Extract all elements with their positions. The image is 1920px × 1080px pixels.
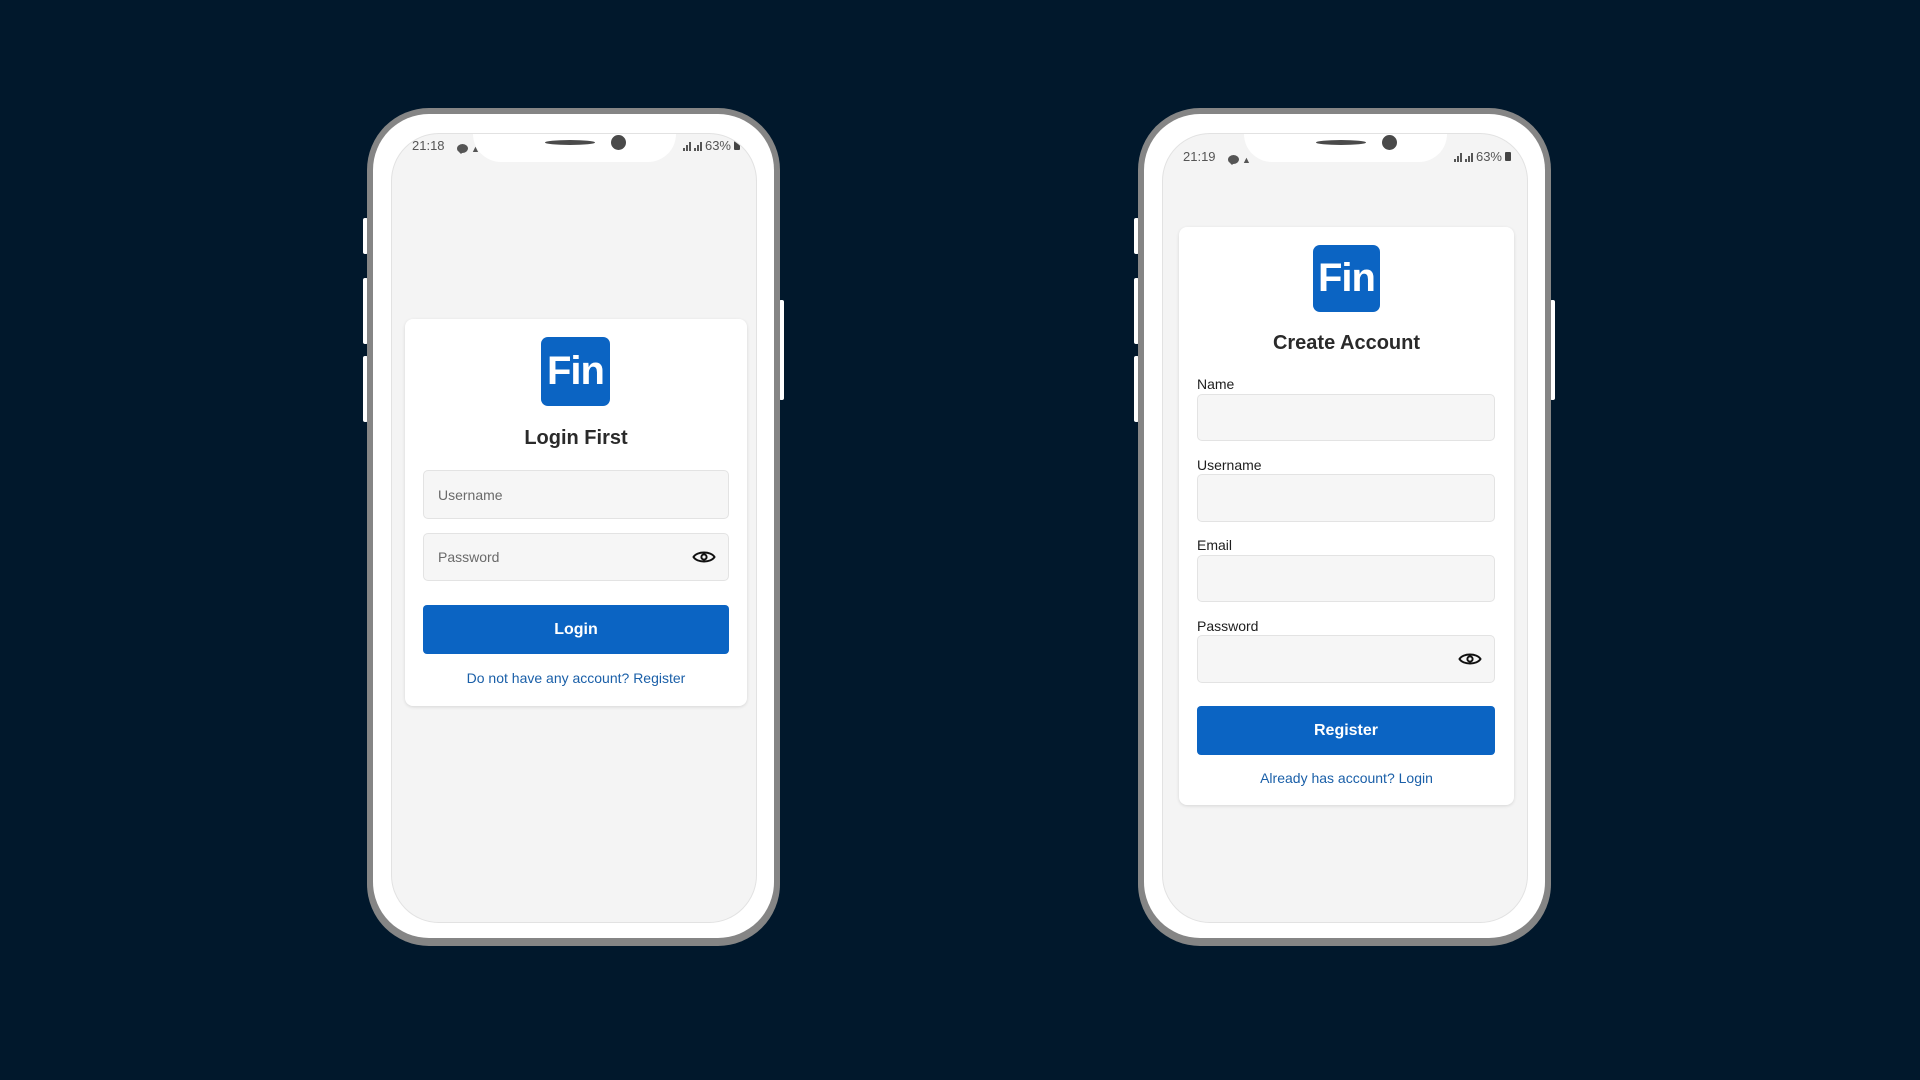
battery-percent: 63% [704,138,731,153]
signal-icon [1464,152,1473,162]
phone-notch [473,134,676,162]
register-card: Fin Create Account Name Username Email P… [1179,227,1514,805]
speaker-grille [1316,140,1366,145]
page-title: Create Account [1272,332,1421,354]
login-button[interactable]: Login [423,605,729,654]
password-label: Password [1197,618,1259,634]
email-input[interactable] [1197,555,1495,602]
email-label: Email [1197,537,1233,553]
username-input[interactable] [1197,474,1495,522]
username-label: Username [1197,457,1262,473]
password-input[interactable] [1197,635,1495,683]
battery-icon [1505,152,1511,161]
fin-logo: Fin [1313,245,1380,312]
front-camera [1382,135,1397,150]
status-time: 21:19 [1183,149,1216,164]
line-message-icon [457,144,468,155]
front-camera [611,135,626,150]
login-screen: 21:18 ▲ 63% Fin Login First Username Pas… [391,133,757,923]
speaker-grille [545,140,595,145]
fin-logo: Fin [541,337,610,406]
signal-icon [1453,152,1462,162]
eye-icon[interactable] [1458,651,1482,667]
login-card: Fin Login First Username Password Login … [405,319,747,706]
signal-icon [693,141,702,151]
signal-icon [682,141,691,151]
name-input[interactable] [1197,394,1495,441]
battery-percent: 63% [1475,149,1502,164]
register-link[interactable]: Do not have any account? Register [405,670,747,686]
status-time: 21:18 [412,138,445,153]
phone-notch [1244,134,1447,162]
username-input[interactable]: Username [423,470,729,519]
register-screen: 21:19 ▲ 63% Fin Create Account Name User… [1162,133,1528,923]
password-input[interactable]: Password [423,533,729,581]
notification-icon: ▲ [1242,155,1251,165]
login-phone-mockup: 21:18 ▲ 63% Fin Login First Username Pas… [363,108,784,946]
line-message-icon [1228,155,1239,166]
register-button[interactable]: Register [1197,706,1495,755]
password-placeholder: Password [438,549,500,565]
battery-icon [734,141,740,150]
name-label: Name [1197,376,1235,392]
register-phone-mockup: 21:19 ▲ 63% Fin Create Account Name User… [1134,108,1555,946]
eye-icon[interactable] [692,549,716,565]
username-placeholder: Username [438,486,503,503]
login-link[interactable]: Already has account? Login [1179,770,1514,786]
page-title: Login First [524,427,628,449]
